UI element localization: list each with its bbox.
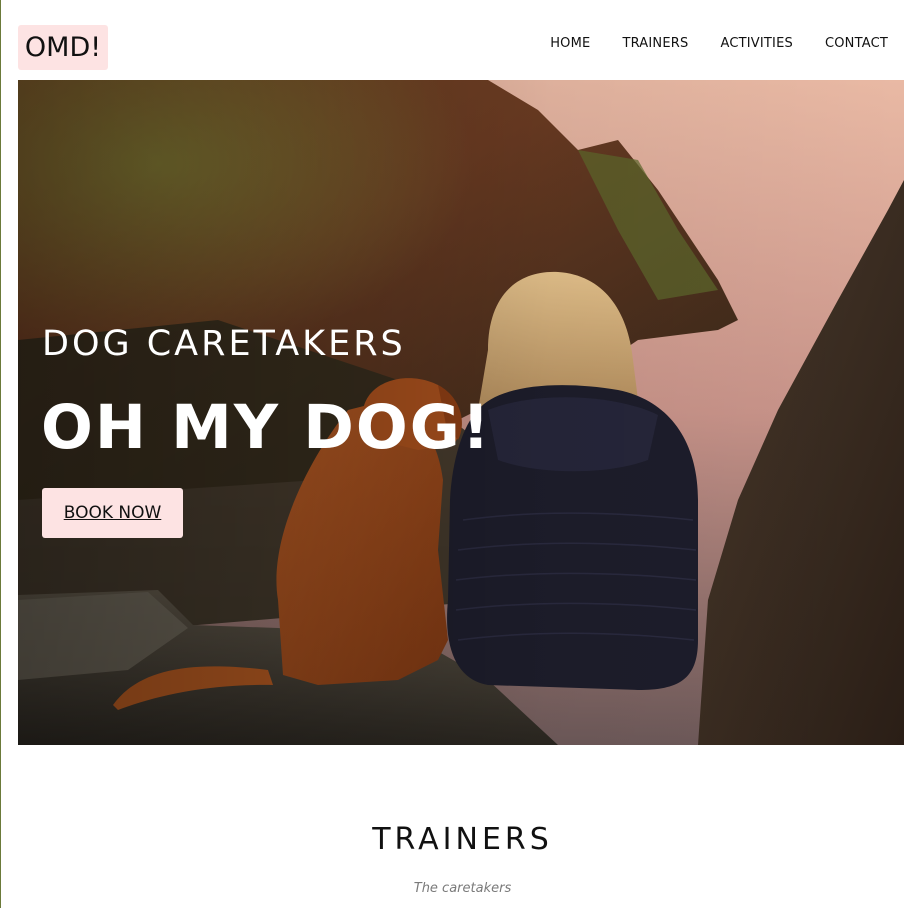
hero-section: DOG CARETAKERS OH MY DOG! BOOK NOW (18, 80, 904, 745)
trainers-heading: TRAINERS (372, 822, 553, 857)
trainers-subheading: The caretakers (413, 881, 512, 896)
hero-subtitle: DOG CARETAKERS (42, 324, 406, 364)
nav-contact[interactable]: CONTACT (825, 34, 888, 54)
logo-link[interactable]: OMD! (18, 25, 108, 70)
nav-trainers[interactable]: TRAINERS (622, 34, 688, 54)
book-now-button[interactable]: BOOK NOW (42, 488, 183, 538)
nav-home[interactable]: HOME (550, 34, 590, 54)
site-header: OMD! HOME TRAINERS ACTIVITIES CONTACT (18, 0, 904, 80)
nav-activities[interactable]: ACTIVITIES (720, 34, 792, 54)
hero-title: OH MY DOG! (41, 392, 492, 463)
page: OMD! HOME TRAINERS ACTIVITIES CONTACT DO… (0, 0, 923, 908)
main-nav: HOME TRAINERS ACTIVITIES CONTACT (550, 34, 888, 54)
